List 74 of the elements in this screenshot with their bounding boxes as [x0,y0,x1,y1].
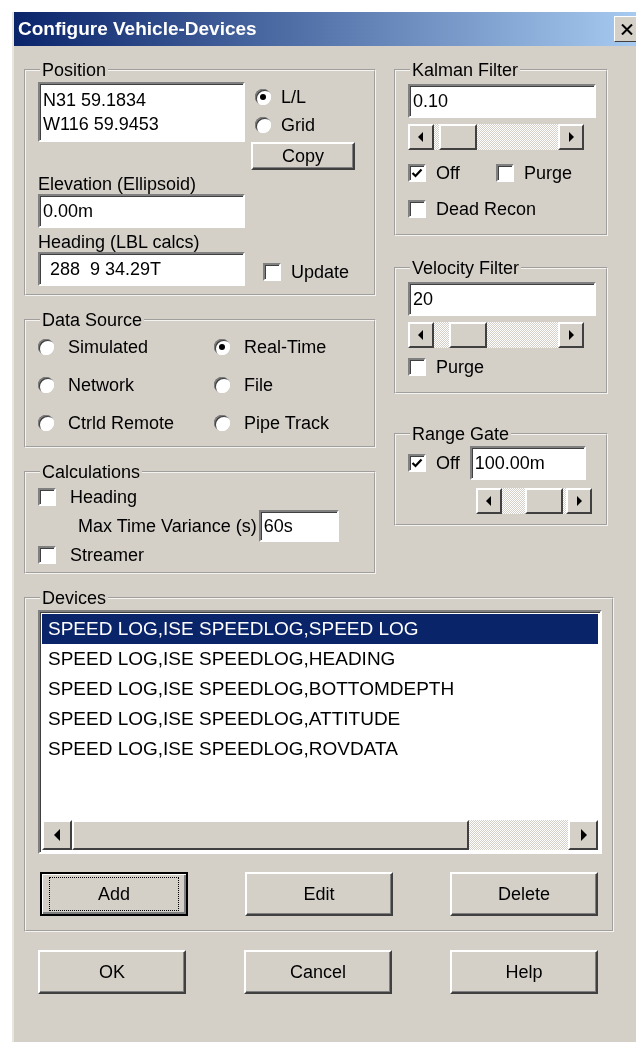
coordinate-text: W116 59.9453 [43,113,160,136]
scroll-left-button[interactable] [42,820,72,850]
left-arrow-icon [486,496,492,506]
list-item[interactable]: SPEED LOG,ISE SPEEDLOG,ATTITUDE [42,704,598,734]
checkbox[interactable]: Update [263,259,350,285]
checkbox[interactable]: Off [408,160,496,186]
radio-button[interactable]: L/L [255,84,355,110]
left-arrow-icon [418,330,424,340]
dialog-button[interactable]: Add [40,872,188,916]
dialog-button[interactable]: Edit [245,872,393,916]
slider-thumb[interactable] [525,488,564,514]
left-arrow-icon [53,829,61,841]
group-label: Velocity Filter [411,258,521,278]
checkbox[interactable]: Streamer [38,542,362,568]
coordinates-field[interactable]: N31 59.1834 W116 59.9453 [38,82,245,142]
radio-button[interactable]: Ctrld Remote [38,410,214,436]
elevation-field[interactable]: 0.00m [38,194,245,228]
scroll-left-button[interactable] [476,488,502,514]
radio-button[interactable]: Simulated [38,334,214,360]
scroll-right-button[interactable] [568,820,598,850]
group-label: Data Source [41,310,144,330]
coordinate-text: N31 59.1834 [43,89,148,112]
dialog-button[interactable]: Help [450,950,598,994]
field-label: Max Time Variance (s) [78,515,257,537]
checkbox[interactable]: Purge [408,354,594,380]
copy-button[interactable]: Copy [251,142,355,170]
radio-button[interactable]: Real-Time [214,334,362,360]
group-label: Kalman Filter [411,60,520,80]
dialog-button[interactable]: OK [38,950,186,994]
scroll-left-button[interactable] [408,322,434,348]
checkbox[interactable]: Dead Recon [408,196,594,222]
slider-thumb[interactable] [448,322,487,348]
scroll-thumb[interactable] [72,820,469,850]
group-label: Devices [41,588,108,608]
checkbox[interactable]: Purge [496,160,594,186]
checkbox[interactable]: Off [408,450,460,476]
velocity-value-field[interactable]: 20 [408,282,596,316]
checkbox[interactable]: Heading [38,484,362,510]
right-arrow-icon [579,829,587,841]
heading-field[interactable]: 288 9 34.29T [38,252,245,286]
radio-button[interactable]: Network [38,372,214,398]
field-label: Heading (LBL calcs) [38,232,201,252]
dialog-button[interactable]: Cancel [244,950,392,994]
group-label: Range Gate [411,424,511,444]
list-item[interactable]: SPEED LOG,ISE SPEEDLOG,HEADING [42,644,598,674]
group-label: Calculations [41,462,142,482]
scrollbar[interactable] [42,820,598,850]
right-arrow-icon [568,330,574,340]
variance-field[interactable]: 60s [258,510,339,542]
close-icon [621,23,633,35]
slider[interactable] [476,488,592,514]
radio-button[interactable]: File [214,372,362,398]
field-label: Elevation (Ellipsoid) [38,174,198,194]
list-item[interactable]: SPEED LOG,ISE SPEEDLOG,ROVDATA [42,734,598,764]
scroll-right-button[interactable] [558,322,584,348]
scroll-left-button[interactable] [408,124,434,150]
list-item[interactable]: SPEED LOG,ISE SPEEDLOG,SPEED LOG [42,614,598,644]
radio-button[interactable]: Grid [255,112,355,138]
list-item[interactable]: SPEED LOG,ISE SPEEDLOG,BOTTOMDEPTH [42,674,598,704]
scroll-right-button[interactable] [566,488,592,514]
group-label: Position [41,60,108,80]
close-button[interactable] [614,16,636,42]
right-arrow-icon [576,496,582,506]
scroll-right-button[interactable] [558,124,584,150]
radio-button[interactable]: Pipe Track [214,410,362,436]
dialog-button[interactable]: Delete [450,872,598,916]
kalman-value-field[interactable]: 0.10 [408,84,596,118]
slider[interactable] [408,124,584,150]
range-value-field[interactable]: 100.00m [469,446,586,480]
left-arrow-icon [418,132,424,142]
slider[interactable] [408,322,584,348]
window-title: Configure Vehicle-Devices [17,18,257,40]
slider-thumb[interactable] [439,124,478,150]
right-arrow-icon [568,132,574,142]
